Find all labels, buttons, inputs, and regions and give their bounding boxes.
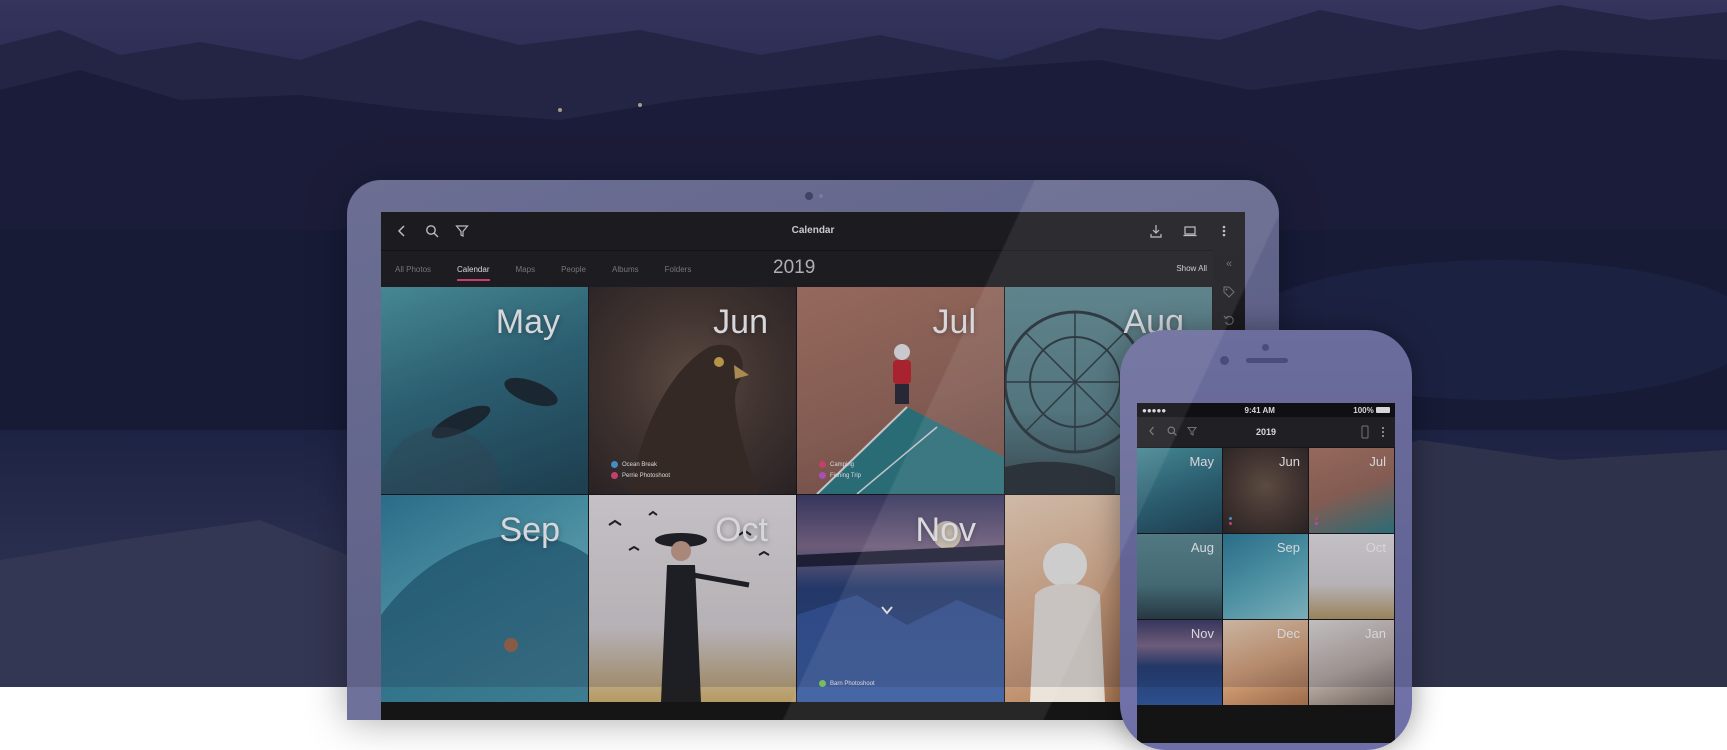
tag-dot (611, 471, 618, 479)
tag-dot (1229, 522, 1232, 525)
month-label: Dec (1276, 626, 1300, 641)
event-tags: Barn Photoshoot (819, 679, 875, 690)
event-tags (1229, 517, 1234, 527)
phone-screen: ●●●●● 9:41 AM 100% 2019 May Jun Jul Aug … (1137, 403, 1395, 743)
tab-maps[interactable]: Maps (516, 261, 536, 278)
month-label: Jan (1365, 626, 1386, 641)
tag-dot (819, 471, 826, 479)
event-tags (1315, 517, 1320, 527)
phone-calendar-grid: May Jun Jul Aug Sep Oct Nov Dec Jan (1137, 448, 1395, 705)
tag-dot (1315, 517, 1318, 520)
month-tile-jun[interactable]: Jun (1223, 448, 1308, 533)
tab-all-photos[interactable]: All Photos (395, 261, 431, 278)
month-label: Oct (715, 511, 768, 549)
tag-label: Ocean Break (622, 462, 658, 468)
calendar-grid: May Jun Ocean Break Perrie Photoshoot Ju… (381, 287, 1213, 702)
laptop-screen: Calendar All Photos Calendar Maps People… (381, 212, 1245, 720)
tag-label: Fishing Trip (830, 473, 862, 479)
view-tabs: All Photos Calendar Maps People Albums F… (381, 250, 1245, 287)
year-label: 2019 (773, 257, 816, 278)
month-label: Jul (1369, 454, 1386, 469)
month-tile-may[interactable]: May (381, 287, 588, 494)
event-tag[interactable]: Barn Photoshoot (819, 679, 875, 690)
month-tile-nov[interactable]: Nov Barn Photoshoot (797, 495, 1004, 702)
event-tag[interactable]: Ocean Break (611, 460, 670, 471)
import-icon[interactable] (1149, 224, 1163, 238)
month-label: Sep (1276, 540, 1300, 555)
tab-calendar[interactable]: Calendar (457, 261, 490, 281)
battery-indicator: 100% (1353, 406, 1390, 415)
show-all-button[interactable]: Show All (1176, 264, 1207, 273)
tag-dot (1315, 522, 1318, 525)
month-label: Aug (1190, 540, 1214, 555)
event-tag[interactable]: Camping (819, 460, 861, 471)
app-toolbar: Calendar (381, 212, 1245, 250)
tab-people[interactable]: People (561, 261, 586, 278)
battery-percent: 100% (1353, 405, 1374, 415)
month-label: Sep (499, 511, 561, 549)
laptop-icon[interactable] (1183, 224, 1197, 238)
month-tile-oct[interactable]: Oct (589, 495, 796, 702)
signal-indicator: ●●●●● (1142, 405, 1167, 415)
month-label: May (495, 303, 560, 341)
month-label: Jul (932, 303, 976, 341)
month-label: May (1189, 454, 1214, 469)
month-label: Nov (915, 511, 976, 549)
month-tile-jun[interactable]: Jun Ocean Break Perrie Photoshoot (589, 287, 796, 494)
phone-toolbar: 2019 (1137, 417, 1395, 447)
tab-folders[interactable]: Folders (665, 261, 692, 278)
tag-dot (819, 679, 826, 687)
month-tile-jan[interactable]: Jan (1309, 620, 1394, 705)
status-bar: ●●●●● 9:41 AM 100% (1137, 403, 1395, 417)
tag-icon[interactable] (1213, 278, 1245, 306)
page-title: 2019 (1255, 427, 1277, 437)
month-tile-aug[interactable]: Aug (1137, 534, 1222, 619)
event-tags: Camping Fishing Trip (819, 460, 861, 482)
month-tile-may[interactable]: May (1137, 448, 1222, 533)
event-tags: Ocean Break Perrie Photoshoot (611, 460, 670, 482)
event-tag[interactable]: Perrie Photoshoot (611, 471, 670, 482)
month-label: Jun (1279, 454, 1300, 469)
month-tile-nov[interactable]: Nov (1137, 620, 1222, 705)
tab-albums[interactable]: Albums (612, 261, 639, 278)
collapse-icon[interactable]: « (1213, 250, 1245, 278)
laptop-camera (805, 192, 813, 200)
month-tile-jul[interactable]: Jul Camping Fishing Trip (797, 287, 1004, 494)
phone-camera (1262, 344, 1269, 351)
laptop-camera-light (819, 194, 823, 198)
more-vertical-icon[interactable] (1381, 425, 1385, 444)
month-label: Jun (713, 303, 768, 341)
month-tile-jul[interactable]: Jul (1309, 448, 1394, 533)
month-tile-sep[interactable]: Sep (381, 495, 588, 702)
tag-dot (819, 460, 826, 468)
tag-label: Barn Photoshoot (830, 681, 875, 687)
tag-dot (1229, 517, 1232, 520)
phone-sensor (1220, 356, 1229, 365)
month-tile-sep[interactable]: Sep (1223, 534, 1308, 619)
page-title: Calendar (791, 225, 835, 236)
tag-dot (611, 460, 618, 468)
month-tile-oct[interactable]: Oct (1309, 534, 1394, 619)
month-label: Oct (1365, 540, 1386, 555)
month-label: Nov (1190, 626, 1214, 641)
month-tile-dec[interactable]: Dec (1223, 620, 1308, 705)
phone-device: ●●●●● 9:41 AM 100% 2019 May Jun Jul Aug … (1120, 330, 1412, 750)
tag-label: Perrie Photoshoot (622, 473, 671, 479)
phone-device-icon[interactable] (1361, 425, 1369, 444)
tag-label: Camping (830, 462, 855, 468)
more-vertical-icon[interactable] (1217, 224, 1231, 238)
status-time: 9:41 AM (1244, 405, 1275, 415)
phone-speaker (1246, 358, 1288, 363)
event-tag[interactable]: Fishing Trip (819, 471, 861, 482)
